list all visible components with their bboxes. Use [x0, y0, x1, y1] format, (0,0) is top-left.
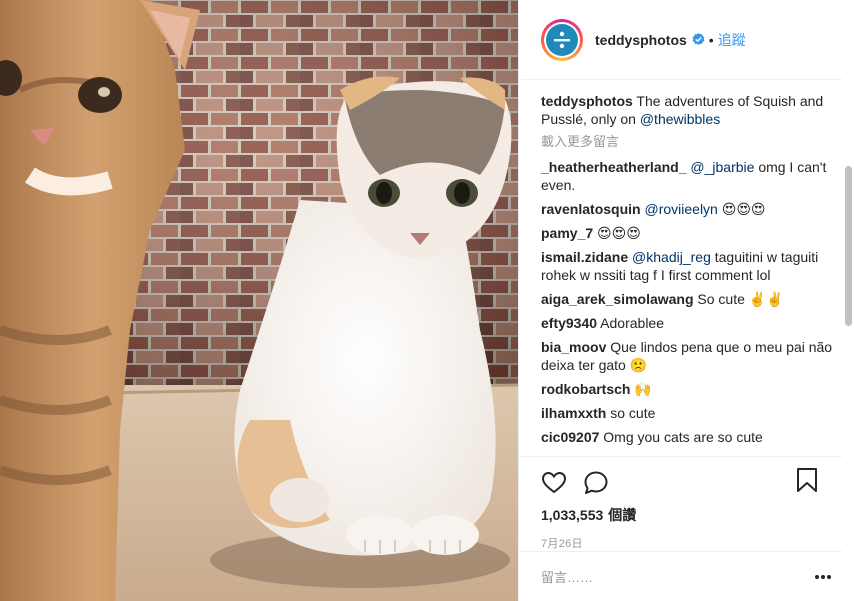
comment-text: 😍😍😍 [721, 201, 766, 217]
comment-username[interactable]: rodkobartsch [541, 381, 630, 397]
comment-row: cic09207 Omg you cats are so cute [541, 428, 842, 446]
action-row [541, 467, 842, 499]
caption-mention[interactable]: @thewibbles [640, 111, 720, 127]
comment-username[interactable]: ilhamxxth [541, 405, 606, 421]
post-actions: 1,033,553 個讚 7月26日 [519, 456, 842, 551]
more-options-icon[interactable] [812, 566, 834, 588]
comment-bubble-icon[interactable] [583, 470, 609, 496]
comment-username[interactable]: cic09207 [541, 429, 599, 445]
comment-text: so cute [610, 405, 656, 421]
post-side-panel: teddysphotos • 追蹤 teddysphotos The adven… [518, 0, 854, 601]
comment-username[interactable]: ravenlatosquin [541, 201, 641, 217]
comment-text: 😍😍😍 [597, 225, 641, 241]
divide-symbol-logo [546, 23, 578, 56]
comment-username[interactable]: _heatherheatherland_ [541, 159, 687, 175]
post-header: teddysphotos • 追蹤 [521, 0, 842, 80]
comment-row: ismail.zidane @khadij_reg taguitini w ta… [541, 248, 842, 284]
comment-row: pamy_7 😍😍😍 [541, 224, 842, 242]
comments-list[interactable]: teddysphotos The adventures of Squish an… [519, 84, 842, 456]
comment-row: bia_moov Que lindos pena que o meu pai n… [541, 338, 842, 374]
comment-username[interactable]: pamy_7 [541, 225, 593, 241]
comment-username[interactable]: bia_moov [541, 339, 606, 355]
post-photo[interactable] [0, 0, 518, 601]
comment-text: Adorablee [600, 315, 664, 331]
cats-photo [0, 0, 518, 601]
avatar[interactable] [541, 18, 583, 61]
comment-input[interactable]: 留言…… [541, 567, 593, 586]
comment-row: ilhamxxth so cute [541, 404, 842, 422]
comment-username[interactable]: efty9340 [541, 315, 597, 331]
caption-username[interactable]: teddysphotos [541, 93, 633, 109]
caption: teddysphotos The adventures of Squish an… [541, 92, 842, 128]
like-count-unit: 個讚 [608, 507, 637, 523]
follow-button[interactable]: 追蹤 [718, 30, 746, 50]
comment-mention[interactable]: @khadij_reg [632, 249, 711, 265]
comment-row: efty9340 Adorablee [541, 314, 842, 332]
heart-icon[interactable] [541, 470, 567, 496]
header-username[interactable]: teddysphotos [595, 32, 687, 48]
bookmark-icon[interactable] [794, 467, 820, 493]
comments-scrollbar[interactable] [844, 84, 852, 456]
comment-container: _heatherheatherland_ @_jbarbie omg I can… [541, 158, 842, 446]
like-count[interactable]: 1,033,553 個讚 [541, 505, 842, 525]
verified-badge-icon [692, 33, 705, 46]
load-more-comments-button[interactable]: 載入更多留言 [541, 134, 842, 150]
comment-row: aiga_arek_simolawang So cute ✌️✌️ [541, 290, 842, 308]
comment-row: rodkobartsch 🙌 [541, 380, 842, 398]
comment-text: Omg you cats are so cute [603, 429, 763, 445]
comment-text: 🙌 [634, 381, 652, 397]
comment-mention[interactable]: @_jbarbie [690, 159, 754, 175]
comment-row: _heatherheatherland_ @_jbarbie omg I can… [541, 158, 842, 194]
add-comment-bar: 留言…… [519, 551, 842, 601]
comment-username[interactable]: ismail.zidane [541, 249, 628, 265]
post-modal: teddysphotos • 追蹤 teddysphotos The adven… [0, 0, 854, 601]
scrollbar-thumb[interactable] [845, 166, 852, 326]
post-date[interactable]: 7月26日 [541, 535, 842, 551]
comment-row: ravenlatosquin @roviieelyn 😍😍😍 [541, 200, 842, 218]
comment-text: So cute ✌️✌️ [697, 291, 784, 307]
comment-mention[interactable]: @roviieelyn [644, 201, 717, 217]
like-count-value: 1,033,553 [541, 507, 604, 523]
comment-username[interactable]: aiga_arek_simolawang [541, 291, 694, 307]
dot-separator: • [708, 31, 714, 48]
